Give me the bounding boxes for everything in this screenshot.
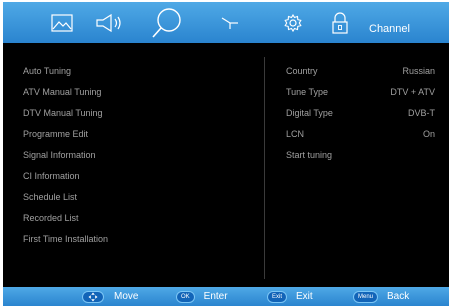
hint-back: Menu Back bbox=[354, 287, 409, 306]
picture-icon bbox=[51, 13, 73, 32]
tab-lock[interactable] bbox=[326, 2, 354, 43]
panel-divider bbox=[264, 57, 265, 279]
top-tab-bar: Channel bbox=[3, 2, 449, 43]
setting-lcn-label[interactable]: LCN bbox=[286, 129, 304, 139]
settings-icon bbox=[283, 13, 303, 33]
setting-lcn-value[interactable]: On bbox=[423, 129, 435, 139]
tab-picture[interactable] bbox=[45, 2, 79, 43]
tab-search[interactable] bbox=[147, 2, 187, 43]
menu-key-icon: Menu bbox=[354, 291, 378, 302]
tab-sound[interactable] bbox=[91, 2, 127, 43]
setting-country-label[interactable]: Country bbox=[286, 66, 318, 76]
menu-item-recorded-list[interactable]: Recorded List bbox=[23, 213, 79, 223]
lock-icon bbox=[331, 11, 349, 35]
time-icon bbox=[220, 15, 240, 31]
menu-item-ci-information[interactable]: CI Information bbox=[23, 171, 80, 181]
hint-exit-label: Exit bbox=[296, 291, 313, 302]
hint-move-label: Move bbox=[114, 291, 139, 302]
menu-item-atv-manual-tuning[interactable]: ATV Manual Tuning bbox=[23, 87, 101, 97]
exit-key-icon: Exit bbox=[268, 291, 287, 302]
ok-key-icon: OK bbox=[177, 291, 194, 302]
tab-settings[interactable] bbox=[279, 2, 307, 43]
hint-enter-label: Enter bbox=[203, 291, 228, 302]
search-icon bbox=[150, 6, 184, 40]
setting-digital-type-value[interactable]: DVB-T bbox=[408, 108, 435, 118]
tab-time[interactable] bbox=[216, 2, 244, 43]
dpad-icon bbox=[83, 291, 103, 302]
channel-menu-panel: Auto Tuning ATV Manual Tuning DTV Manual… bbox=[3, 43, 449, 287]
menu-item-signal-information[interactable]: Signal Information bbox=[23, 150, 96, 160]
setting-country-value[interactable]: Russian bbox=[402, 66, 435, 76]
menu-item-schedule-list[interactable]: Schedule List bbox=[23, 192, 77, 202]
bottom-hint-bar: Move OK Enter Exit Exit Menu Back bbox=[3, 287, 449, 306]
sound-icon bbox=[94, 13, 124, 33]
setting-start-tuning[interactable]: Start tuning bbox=[286, 150, 332, 160]
setting-digital-type-label[interactable]: Digital Type bbox=[286, 108, 333, 118]
menu-item-programme-edit[interactable]: Programme Edit bbox=[23, 129, 88, 139]
setting-tune-type-value[interactable]: DTV + ATV bbox=[390, 87, 435, 97]
hint-exit: Exit Exit bbox=[268, 287, 313, 306]
setting-tune-type-label[interactable]: Tune Type bbox=[286, 87, 328, 97]
tv-menu-screen: Channel Auto Tuning ATV Manual Tuning DT… bbox=[3, 2, 449, 306]
menu-item-first-time-installation[interactable]: First Time Installation bbox=[23, 234, 108, 244]
tab-channel-label[interactable]: Channel bbox=[369, 23, 410, 35]
menu-item-auto-tuning[interactable]: Auto Tuning bbox=[23, 66, 71, 76]
hint-back-label: Back bbox=[387, 291, 410, 302]
menu-item-dtv-manual-tuning[interactable]: DTV Manual Tuning bbox=[23, 108, 103, 118]
hint-move: Move bbox=[83, 287, 138, 306]
hint-enter: OK Enter bbox=[177, 287, 228, 306]
